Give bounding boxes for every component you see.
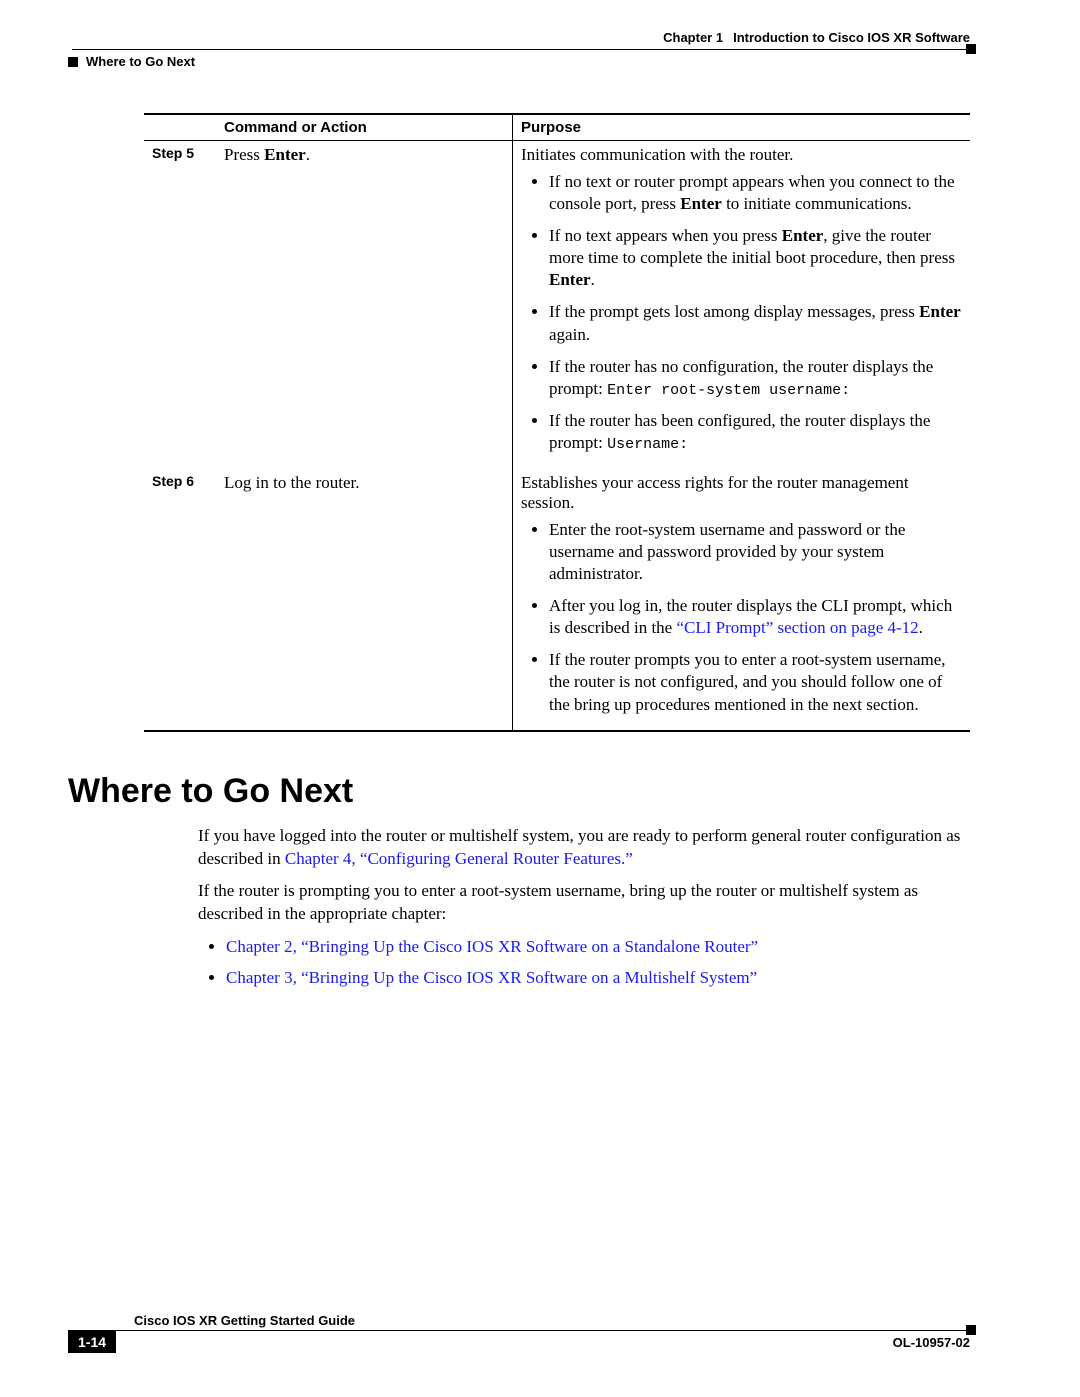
subhead-text: Where to Go Next — [86, 54, 195, 69]
purpose-lead: Initiates communication with the router. — [521, 145, 962, 165]
text: If the prompt gets lost among display me… — [549, 302, 919, 321]
section-subhead: Where to Go Next — [68, 54, 970, 69]
chapter-title: Introduction to Cisco IOS XR Software — [733, 30, 970, 45]
text: Press — [224, 145, 264, 164]
paragraph: If you have logged into the router or mu… — [198, 825, 970, 871]
link-list: Chapter 2, “Bringing Up the Cisco IOS XR… — [198, 936, 970, 990]
text: . — [919, 618, 923, 637]
text-bold: Enter — [782, 226, 824, 245]
cross-ref-link[interactable]: Chapter 4, “Configuring General Router F… — [285, 849, 633, 868]
command-cell: Press Enter. — [216, 141, 513, 469]
body-text: If you have logged into the router or mu… — [198, 825, 970, 991]
square-bullet-icon — [68, 57, 78, 67]
step-label: Step 5 — [144, 141, 216, 469]
table-header-row: Command or Action Purpose — [144, 114, 970, 141]
header-rule — [72, 49, 970, 50]
purpose-cell: Initiates communication with the router.… — [513, 141, 971, 469]
paragraph: If the router is prompting you to enter … — [198, 880, 970, 926]
text-bold: Enter — [264, 145, 306, 164]
page: Chapter 1 Introduction to Cisco IOS XR S… — [0, 0, 1080, 1397]
list-item: After you log in, the router displays th… — [549, 595, 962, 639]
text: If no text appears when you press — [549, 226, 782, 245]
procedure-table-wrap: Command or Action Purpose Step 5 Press E… — [144, 113, 970, 732]
text: . — [591, 270, 595, 289]
document-number: OL-10957-02 — [893, 1335, 970, 1350]
table-header-purpose: Purpose — [513, 114, 971, 141]
text: to initiate communications. — [722, 194, 912, 213]
text-mono: Username: — [607, 436, 688, 453]
text-bold: Enter — [919, 302, 961, 321]
section-heading: Where to Go Next — [68, 772, 970, 811]
running-header: Chapter 1 Introduction to Cisco IOS XR S… — [68, 30, 970, 45]
table-header-empty — [144, 114, 216, 141]
list-item: If the router prompts you to enter a roo… — [549, 649, 962, 715]
text: . — [306, 145, 310, 164]
page-number: 1-14 — [68, 1331, 116, 1353]
cross-ref-link[interactable]: Chapter 3, “Bringing Up the Cisco IOS XR… — [226, 968, 757, 987]
footer: Cisco IOS XR Getting Started Guide 1-14 … — [68, 1313, 970, 1353]
rule-end-square-icon — [966, 1325, 976, 1335]
footer-rule — [68, 1330, 970, 1331]
text: If the router prompts you to enter a roo… — [549, 650, 946, 713]
cross-ref-link[interactable]: “CLI Prompt” section on page 4-12 — [676, 618, 918, 637]
list-item: Chapter 3, “Bringing Up the Cisco IOS XR… — [226, 967, 970, 990]
list-item: If the router has no configuration, the … — [549, 356, 962, 401]
chapter-number: Chapter 1 — [663, 30, 723, 45]
text-mono: Enter root-system username: — [607, 382, 850, 399]
list-item: If no text appears when you press Enter,… — [549, 225, 962, 291]
text: again. — [549, 325, 590, 344]
cross-ref-link[interactable]: Chapter 2, “Bringing Up the Cisco IOS XR… — [226, 937, 758, 956]
list-item: If no text or router prompt appears when… — [549, 171, 962, 215]
purpose-cell: Establishes your access rights for the r… — [513, 469, 971, 731]
table-row: Step 5 Press Enter. Initiates communicat… — [144, 141, 970, 469]
text: Enter the root-system username and passw… — [549, 520, 905, 583]
text-bold: Enter — [549, 270, 591, 289]
text-bold: Enter — [680, 194, 722, 213]
footer-bottom-row: 1-14 OL-10957-02 — [68, 1331, 970, 1353]
table-row: Step 6 Log in to the router. Establishes… — [144, 469, 970, 731]
purpose-lead: Establishes your access rights for the r… — [521, 473, 962, 513]
rule-end-square-icon — [966, 44, 976, 54]
list-item: Enter the root-system username and passw… — [549, 519, 962, 585]
command-cell: Log in to the router. — [216, 469, 513, 731]
purpose-list: If no text or router prompt appears when… — [521, 171, 962, 455]
list-item: Chapter 2, “Bringing Up the Cisco IOS XR… — [226, 936, 970, 959]
procedure-table: Command or Action Purpose Step 5 Press E… — [144, 113, 970, 732]
list-item: If the prompt gets lost among display me… — [549, 301, 962, 345]
table-header-command: Command or Action — [216, 114, 513, 141]
book-title: Cisco IOS XR Getting Started Guide — [134, 1313, 970, 1328]
list-item: If the router has been configured, the r… — [549, 410, 962, 455]
step-label: Step 6 — [144, 469, 216, 731]
purpose-list: Enter the root-system username and passw… — [521, 519, 962, 716]
